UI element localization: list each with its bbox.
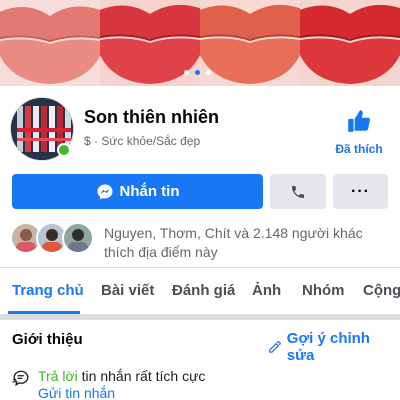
tab-home[interactable]: Trang chủ [12, 282, 84, 299]
category-label: · Sức khỏe/Sắc đẹp [94, 134, 201, 148]
price-range: $ [84, 134, 91, 148]
send-message-link[interactable]: Gửi tin nhắn [38, 385, 205, 400]
more-options-button[interactable]: ··· [333, 174, 388, 209]
section-divider [0, 314, 400, 320]
suggest-edit-link[interactable]: Gợi ý chỉnh sửa [268, 330, 400, 364]
pencil-icon [269, 340, 281, 353]
like-label: Đã thích [335, 142, 383, 156]
friends-like-text[interactable]: Nguyen, Thơm, Chít và 2.148 người khác t… [104, 224, 394, 262]
messenger-icon [97, 184, 112, 199]
carousel-indicator [184, 70, 211, 75]
response-rate-text: Trả lời tin nhắn rất tích cực [38, 368, 205, 385]
call-button[interactable] [270, 174, 326, 209]
cover-photo-tile [300, 0, 400, 86]
carousel-dot-active[interactable] [195, 70, 200, 75]
friend-avatar [62, 222, 94, 254]
cover-photo-carousel[interactable] [0, 0, 400, 86]
intro-heading: Giới thiệu [12, 331, 83, 348]
cover-photo-tile [0, 0, 102, 86]
carousel-dot[interactable] [206, 70, 211, 75]
quick-response-icon [12, 370, 29, 387]
page-category: $ · Sức khỏe/Sắc đẹp [84, 134, 200, 148]
page-tabs: Trang chủ Bài viết Đánh giá Ảnh Nhóm Cộn… [0, 268, 400, 314]
response-rest: tin nhắn rất tích cực [77, 368, 206, 384]
send-message-button[interactable]: Nhắn tin [12, 174, 263, 209]
more-icon: ··· [351, 182, 370, 200]
send-message-label: Nhắn tin [119, 183, 180, 200]
carousel-dot[interactable] [184, 70, 189, 75]
tab-photos[interactable]: Ảnh [252, 282, 281, 299]
like-button[interactable]: Đã thích [330, 108, 388, 158]
friend-avatars[interactable] [10, 222, 94, 256]
tab-posts[interactable]: Bài viết [101, 282, 154, 299]
page-title: Son thiên nhiên [84, 107, 219, 127]
tab-community[interactable]: Cộng [363, 282, 400, 299]
online-status-dot [57, 143, 71, 157]
cover-photo-tile [200, 0, 302, 86]
suggest-edit-label: Gợi ý chỉnh sửa [286, 330, 370, 364]
response-info: Trả lời tin nhắn rất tích cực Gửi tin nh… [12, 368, 205, 400]
tab-groups[interactable]: Nhóm [302, 282, 345, 299]
phone-icon [292, 185, 304, 198]
tab-reviews[interactable]: Đánh giá [172, 282, 235, 299]
thumbs-up-icon [348, 110, 370, 132]
response-highlight: Trả lời [38, 368, 78, 384]
